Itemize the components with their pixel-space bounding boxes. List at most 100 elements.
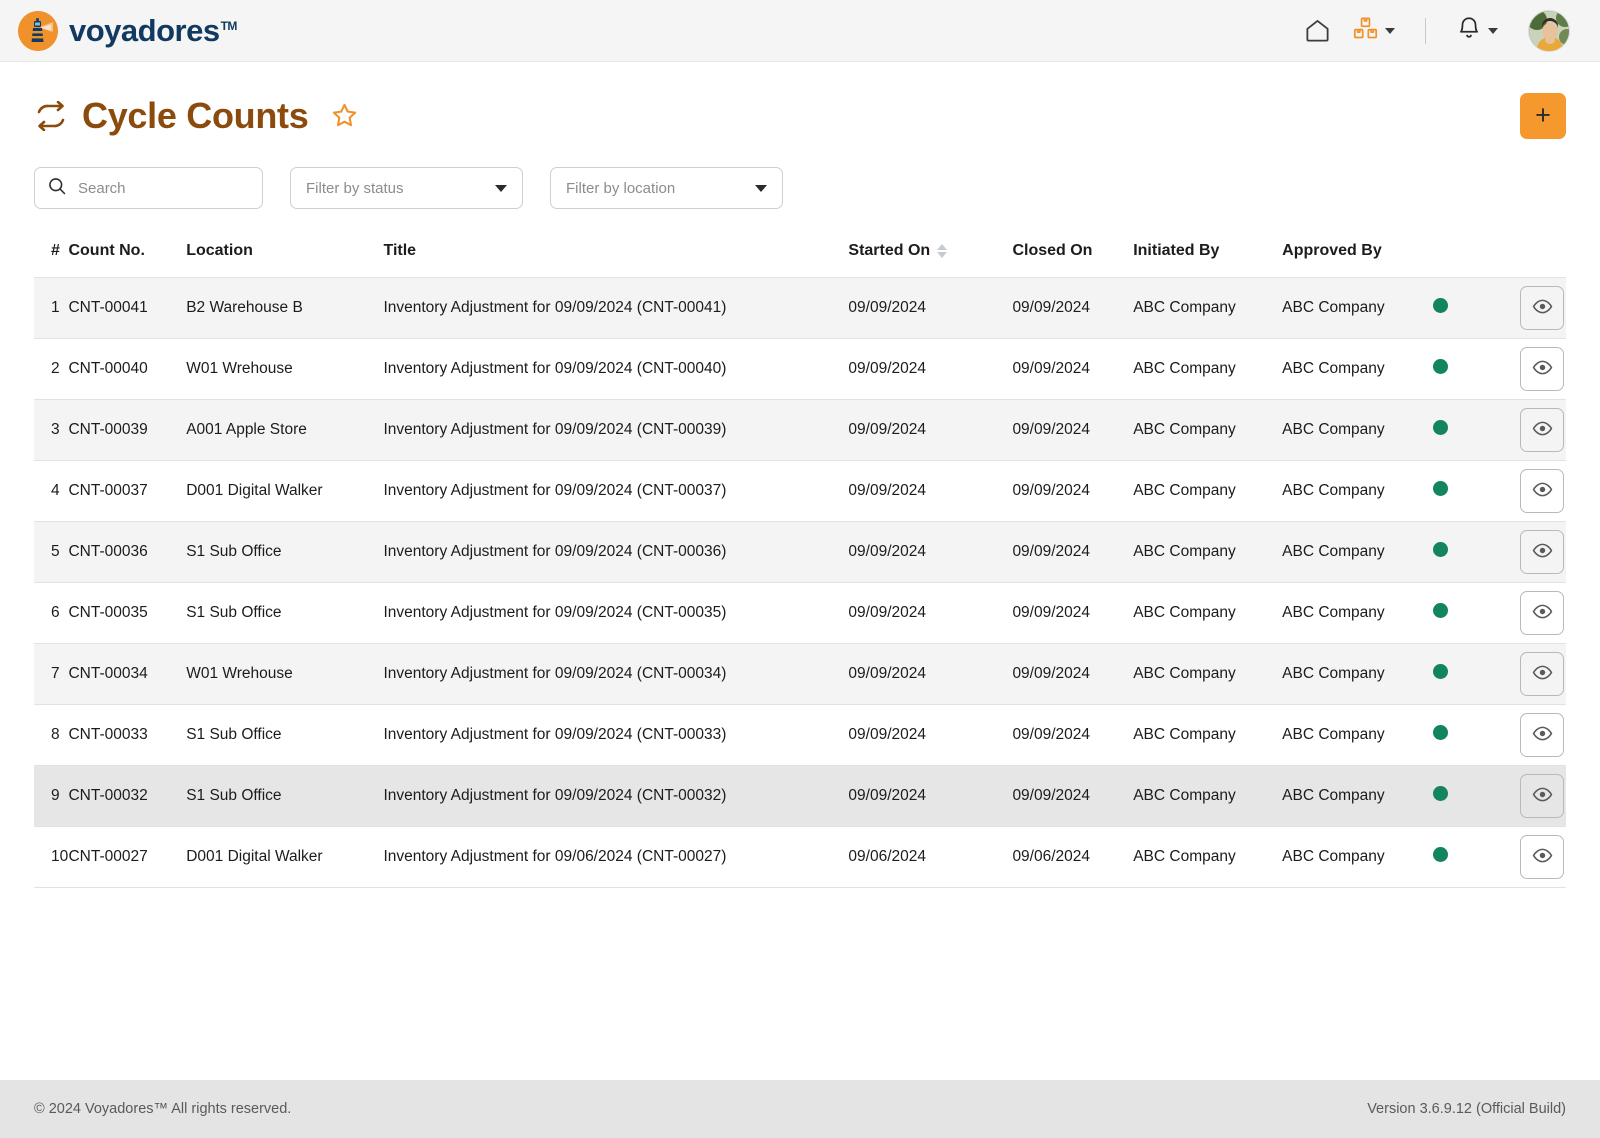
cycle-arrows-icon: [34, 100, 68, 131]
column-header-count-no[interactable]: Count No.: [68, 242, 186, 278]
view-button[interactable]: [1520, 347, 1564, 391]
inventory-menu[interactable]: [1340, 15, 1407, 47]
status-badge: [1433, 542, 1449, 557]
cell-location: S1 Sub Office: [186, 787, 282, 804]
view-button[interactable]: [1520, 591, 1564, 635]
cell-started-on: 09/09/2024: [848, 360, 926, 377]
cell-index: 9: [51, 787, 60, 804]
cell-title: Inventory Adjustment for 09/09/2024 (CNT…: [383, 726, 727, 743]
view-button[interactable]: [1520, 652, 1564, 696]
cell-index: 1: [51, 299, 60, 316]
view-button[interactable]: [1520, 286, 1564, 330]
home-icon[interactable]: [1294, 8, 1340, 54]
column-header-initiated-by[interactable]: Initiated By: [1133, 242, 1282, 278]
cell-actions: [1495, 278, 1566, 339]
view-button[interactable]: [1520, 469, 1564, 513]
cycle-counts-table: # Count No. Location Title Started On Cl…: [34, 242, 1566, 888]
view-button[interactable]: [1520, 713, 1564, 757]
column-header-approved-by[interactable]: Approved By: [1282, 242, 1433, 278]
cell-approved-by: ABC Company: [1282, 421, 1385, 438]
table-row[interactable]: 6 CNT-00035 S1 Sub Office Inventory Adjustm…: [34, 583, 1566, 644]
cell-title: Inventory Adjustment for 09/09/2024 (CNT…: [383, 360, 727, 377]
cell-index: 2: [51, 360, 60, 377]
column-header-started-on[interactable]: Started On: [848, 242, 1012, 278]
cell-initiated-by: ABC Company: [1133, 421, 1236, 438]
cell-closed-on: 09/09/2024: [1012, 299, 1091, 316]
cell-closed-on: 09/09/2024: [1012, 482, 1091, 499]
cell-actions: [1495, 339, 1566, 400]
cell-closed-on: 09/09/2024: [1012, 543, 1091, 560]
cell-count-no: CNT-00041: [68, 299, 148, 316]
eye-icon: [1532, 784, 1553, 808]
eye-icon: [1532, 662, 1553, 686]
view-button[interactable]: [1520, 774, 1564, 818]
table-row[interactable]: 5 CNT-00036 S1 Sub Office Inventory Adjustm…: [34, 521, 1566, 583]
cell-actions: [1495, 461, 1566, 522]
cell-approved-by: ABC Company: [1282, 543, 1385, 560]
footer-copyright: © 2024 Voyadores™ All rights reserved.: [34, 1101, 292, 1117]
eye-icon: [1532, 357, 1553, 381]
cell-started-on: 09/09/2024: [848, 299, 926, 316]
column-header-closed-on[interactable]: Closed On: [1012, 242, 1133, 278]
status-badge: [1433, 786, 1449, 801]
cell-count-no: CNT-00032: [68, 787, 148, 804]
filter-by-status-select[interactable]: Filter by status: [290, 167, 523, 209]
cell-index: 7: [51, 665, 60, 682]
status-badge: [1433, 603, 1449, 618]
cell-location: A001 Apple Store: [186, 421, 307, 438]
status-badge: [1433, 664, 1449, 679]
footer-version: Version 3.6.9.12 (Official Build): [1367, 1101, 1566, 1117]
search-field[interactable]: [34, 167, 277, 209]
cell-initiated-by: ABC Company: [1133, 665, 1236, 682]
cell-approved-by: ABC Company: [1282, 360, 1385, 377]
brand-logo[interactable]: voyadoresTM: [18, 10, 238, 51]
cell-title: Inventory Adjustment for 09/09/2024 (CNT…: [383, 482, 727, 499]
table-row[interactable]: 2 CNT-00040 W01 Wrehouse Inventory Adjustme…: [34, 339, 1566, 400]
column-header-location[interactable]: Location: [186, 242, 383, 278]
status-badge: [1433, 481, 1449, 496]
brand-tm: TM: [220, 18, 238, 33]
search-input[interactable]: [78, 179, 277, 197]
table-row[interactable]: 4 CNT-00037 D001 Digital Walker Inventory A…: [34, 461, 1566, 522]
eye-icon: [1532, 479, 1553, 503]
page-title: Cycle Counts: [82, 94, 309, 136]
star-outline-icon[interactable]: [330, 101, 359, 130]
cell-index: 6: [51, 604, 60, 621]
cell-initiated-by: ABC Company: [1133, 543, 1236, 560]
cell-initiated-by: ABC Company: [1133, 360, 1236, 377]
cell-actions: [1495, 583, 1566, 644]
table-row[interactable]: 10 CNT-00027 D001 Digital Walker Inventory …: [34, 827, 1566, 888]
sort-arrows-icon[interactable]: [937, 244, 948, 258]
filter-by-location-select[interactable]: Filter by location: [550, 167, 783, 209]
main-content: Cycle Counts + Filter by sta: [0, 62, 1600, 1138]
view-button[interactable]: [1520, 530, 1564, 574]
table-body: 1 CNT-00041 B2 Warehouse B Inventory Adjust…: [34, 277, 1566, 888]
cell-count-no: CNT-00034: [68, 665, 148, 682]
table-row[interactable]: 8 CNT-00033 S1 Sub Office Inventory Adjustm…: [34, 705, 1566, 766]
cell-count-no: CNT-00040: [68, 360, 148, 377]
cell-location: W01 Wrehouse: [186, 360, 293, 377]
table-row[interactable]: 1 CNT-00041 B2 Warehouse B Inventory Adjust…: [34, 277, 1566, 339]
cell-status: [1433, 461, 1495, 522]
cell-actions: [1495, 766, 1566, 827]
view-button[interactable]: [1520, 408, 1564, 452]
cell-location: S1 Sub Office: [186, 604, 282, 621]
notifications-menu[interactable]: [1444, 15, 1510, 46]
view-button[interactable]: [1520, 835, 1564, 879]
top-navigation-bar: voyadoresTM: [0, 0, 1600, 62]
status-badge: [1433, 298, 1449, 313]
caret-down-icon: [755, 184, 767, 192]
cell-status: [1433, 522, 1495, 583]
cell-initiated-by: ABC Company: [1133, 482, 1236, 499]
table-row[interactable]: 9 CNT-00032 S1 Sub Office Inventory Adjustm…: [34, 765, 1566, 827]
add-cycle-count-button[interactable]: +: [1520, 92, 1566, 139]
table-row[interactable]: 3 CNT-00039 A001 Apple Store Inventory Adju…: [34, 399, 1566, 461]
cell-initiated-by: ABC Company: [1133, 299, 1236, 316]
table-row[interactable]: 7 CNT-00034 W01 Wrehouse Inventory Adjustme…: [34, 643, 1566, 705]
cycle-counts-table-wrapper: # Count No. Location Title Started On Cl…: [34, 242, 1566, 888]
column-header-title[interactable]: Title: [383, 242, 848, 278]
cell-location: S1 Sub Office: [186, 543, 282, 560]
cell-index: 10: [51, 848, 69, 865]
toolbar-divider: [1425, 17, 1426, 44]
user-avatar[interactable]: [1528, 9, 1570, 52]
